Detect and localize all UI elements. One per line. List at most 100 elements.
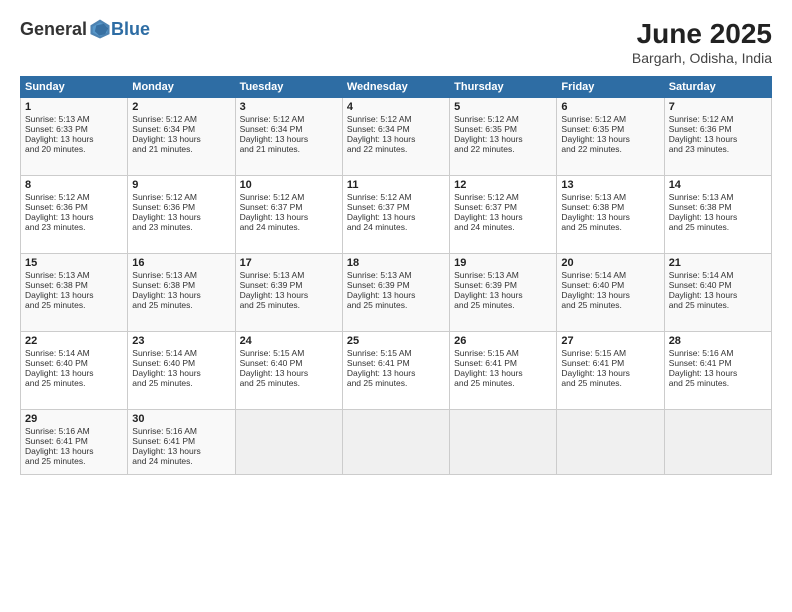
header-monday: Monday [128,77,235,98]
day-info: Sunrise: 5:15 AM [561,348,659,358]
header-tuesday: Tuesday [235,77,342,98]
day-info: Sunset: 6:39 PM [240,280,338,290]
day-info: and 21 minutes. [240,144,338,154]
day-info: and 24 minutes. [132,456,230,466]
day-info: Daylight: 13 hours [132,290,230,300]
table-row: 30Sunrise: 5:16 AMSunset: 6:41 PMDayligh… [128,410,235,475]
day-info: Sunset: 6:41 PM [25,436,123,446]
calendar-table: Sunday Monday Tuesday Wednesday Thursday… [20,76,772,475]
day-info: Sunset: 6:37 PM [240,202,338,212]
table-row [235,410,342,475]
day-info: Daylight: 13 hours [347,134,445,144]
table-row: 19Sunrise: 5:13 AMSunset: 6:39 PMDayligh… [450,254,557,332]
day-number: 13 [561,179,659,191]
day-info: and 25 minutes. [25,378,123,388]
day-info: Sunset: 6:33 PM [25,124,123,134]
day-info: Sunset: 6:41 PM [454,358,552,368]
day-info: Daylight: 13 hours [240,212,338,222]
day-info: Daylight: 13 hours [454,368,552,378]
day-info: Daylight: 13 hours [132,368,230,378]
day-number: 18 [347,257,445,269]
day-number: 9 [132,179,230,191]
day-info: and 22 minutes. [454,144,552,154]
day-info: Daylight: 13 hours [561,368,659,378]
table-row: 6Sunrise: 5:12 AMSunset: 6:35 PMDaylight… [557,98,664,176]
day-info: Sunrise: 5:12 AM [561,114,659,124]
day-number: 25 [347,335,445,347]
day-info: Sunset: 6:36 PM [25,202,123,212]
table-row: 23Sunrise: 5:14 AMSunset: 6:40 PMDayligh… [128,332,235,410]
day-info: and 22 minutes. [347,144,445,154]
title-block: June 2025 Bargarh, Odisha, India [632,18,772,66]
day-info: Daylight: 13 hours [25,290,123,300]
day-info: and 21 minutes. [132,144,230,154]
day-info: Sunset: 6:40 PM [25,358,123,368]
day-number: 26 [454,335,552,347]
day-number: 28 [669,335,767,347]
day-info: and 20 minutes. [25,144,123,154]
logo-blue: Blue [111,19,150,40]
table-row: 5Sunrise: 5:12 AMSunset: 6:35 PMDaylight… [450,98,557,176]
table-row: 14Sunrise: 5:13 AMSunset: 6:38 PMDayligh… [664,176,771,254]
day-info: Daylight: 13 hours [25,368,123,378]
day-info: Sunset: 6:36 PM [669,124,767,134]
day-info: and 25 minutes. [240,300,338,310]
header-wednesday: Wednesday [342,77,449,98]
day-info: Sunset: 6:38 PM [669,202,767,212]
day-info: and 24 minutes. [240,222,338,232]
table-row [664,410,771,475]
day-info: and 25 minutes. [25,456,123,466]
logo: General Blue [20,18,150,40]
day-info: Sunrise: 5:12 AM [240,114,338,124]
day-info: Sunset: 6:35 PM [454,124,552,134]
day-info: Sunrise: 5:13 AM [347,270,445,280]
day-info: Daylight: 13 hours [240,368,338,378]
day-info: Sunrise: 5:16 AM [132,426,230,436]
day-number: 22 [25,335,123,347]
day-info: Sunset: 6:35 PM [561,124,659,134]
day-info: Daylight: 13 hours [669,212,767,222]
day-number: 12 [454,179,552,191]
day-info: Daylight: 13 hours [25,212,123,222]
table-row: 10Sunrise: 5:12 AMSunset: 6:37 PMDayligh… [235,176,342,254]
day-info: Sunset: 6:37 PM [347,202,445,212]
table-row: 22Sunrise: 5:14 AMSunset: 6:40 PMDayligh… [21,332,128,410]
day-info: Sunrise: 5:16 AM [25,426,123,436]
day-info: and 25 minutes. [454,378,552,388]
day-info: and 25 minutes. [669,378,767,388]
day-number: 11 [347,179,445,191]
day-info: Daylight: 13 hours [669,134,767,144]
day-number: 8 [25,179,123,191]
day-info: Daylight: 13 hours [240,134,338,144]
table-row: 25Sunrise: 5:15 AMSunset: 6:41 PMDayligh… [342,332,449,410]
day-info: and 25 minutes. [669,222,767,232]
table-row [557,410,664,475]
day-info: and 23 minutes. [25,222,123,232]
calendar-subtitle: Bargarh, Odisha, India [632,50,772,66]
day-info: Sunrise: 5:15 AM [454,348,552,358]
day-number: 21 [669,257,767,269]
day-info: and 25 minutes. [669,300,767,310]
day-info: Sunrise: 5:14 AM [25,348,123,358]
day-number: 7 [669,101,767,113]
day-info: and 25 minutes. [454,300,552,310]
day-number: 27 [561,335,659,347]
day-info: Daylight: 13 hours [25,134,123,144]
day-info: and 25 minutes. [132,378,230,388]
day-info: Sunset: 6:40 PM [669,280,767,290]
day-info: Sunset: 6:41 PM [132,436,230,446]
day-info: Sunrise: 5:12 AM [132,114,230,124]
day-info: Sunset: 6:34 PM [347,124,445,134]
day-number: 2 [132,101,230,113]
day-info: Daylight: 13 hours [132,446,230,456]
table-row: 7Sunrise: 5:12 AMSunset: 6:36 PMDaylight… [664,98,771,176]
table-row: 24Sunrise: 5:15 AMSunset: 6:40 PMDayligh… [235,332,342,410]
table-row: 29Sunrise: 5:16 AMSunset: 6:41 PMDayligh… [21,410,128,475]
day-info: Daylight: 13 hours [561,212,659,222]
table-row [450,410,557,475]
table-row: 4Sunrise: 5:12 AMSunset: 6:34 PMDaylight… [342,98,449,176]
day-info: Sunrise: 5:12 AM [240,192,338,202]
day-info: Daylight: 13 hours [669,290,767,300]
day-info: and 25 minutes. [347,378,445,388]
day-info: Sunrise: 5:13 AM [454,270,552,280]
